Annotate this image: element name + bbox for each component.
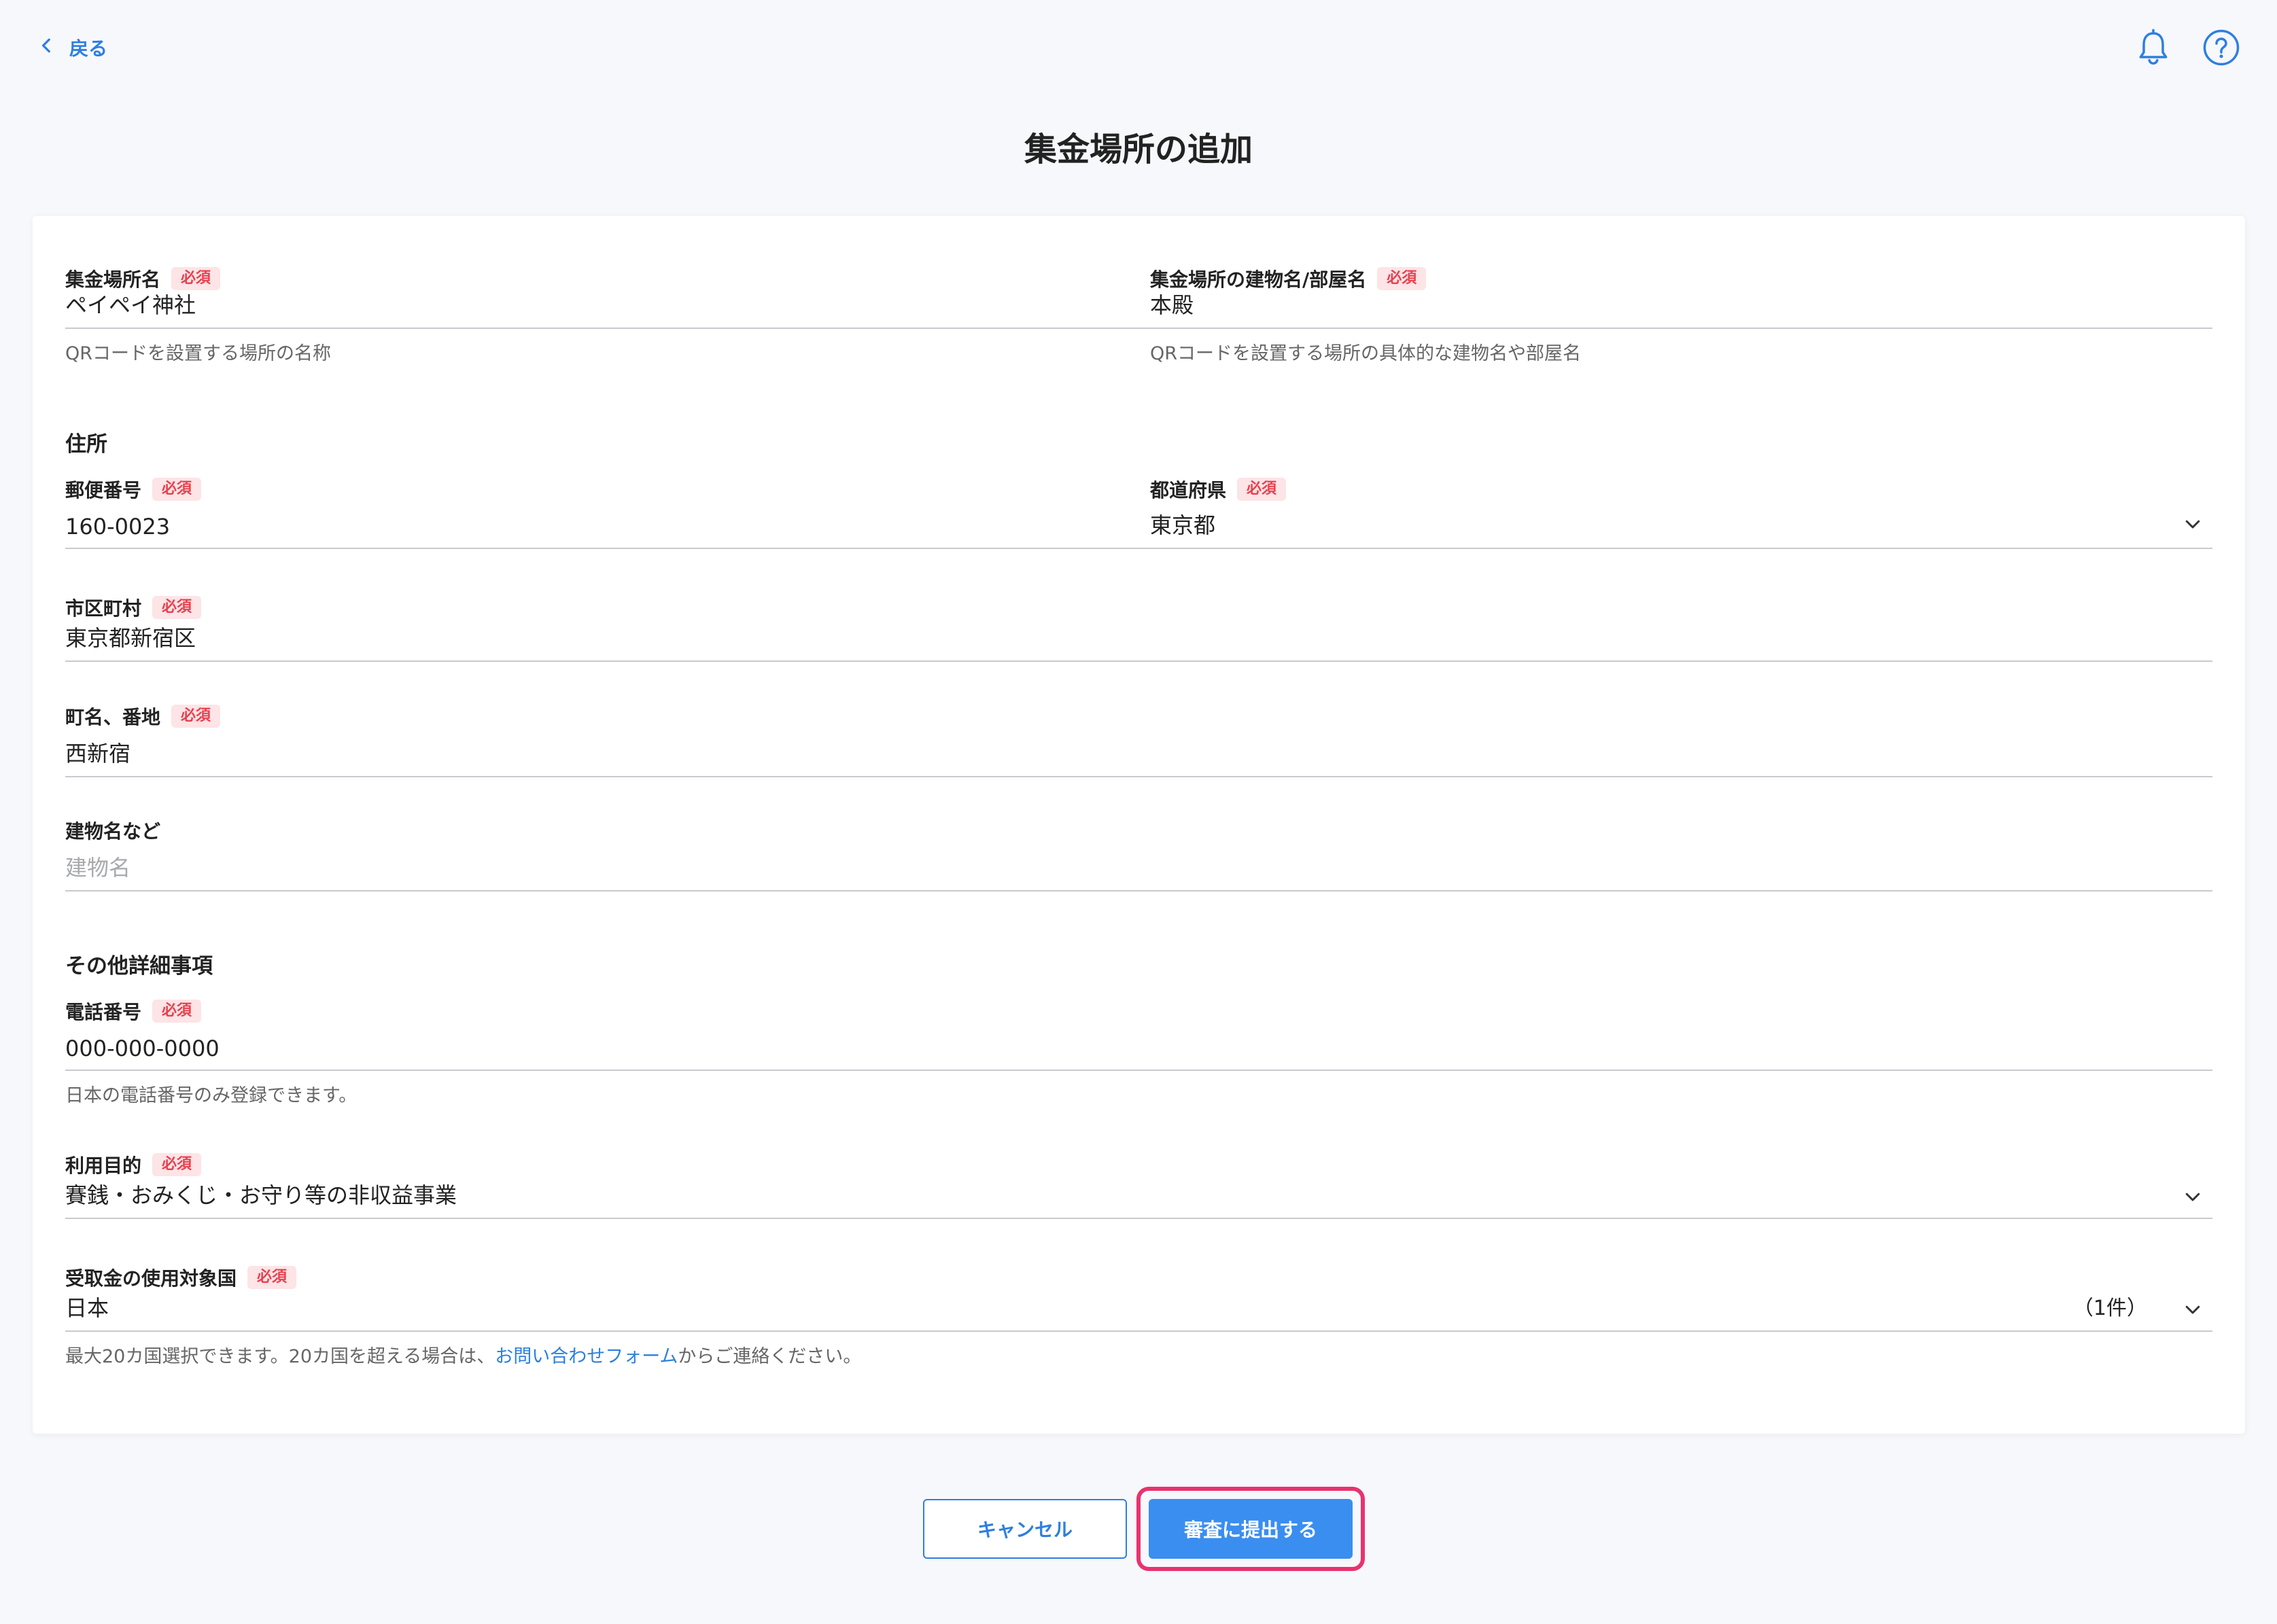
- top-bar: 戻る: [0, 0, 2277, 95]
- back-label: 戻る: [69, 37, 108, 60]
- countries-value: 日本: [65, 1295, 109, 1321]
- postal-code-value: 160-0023: [65, 514, 171, 540]
- building-room-value: 本殿: [1150, 292, 1194, 318]
- required-badge: 必須: [152, 596, 202, 619]
- contact-form-link[interactable]: お問い合わせフォーム: [495, 1346, 678, 1367]
- purpose-value: 賽銭・おみくじ・お守り等の非収益事業: [65, 1182, 457, 1208]
- prefecture-select[interactable]: 東京都: [1150, 504, 2212, 549]
- purpose-select[interactable]: 賽銭・おみくじ・お守り等の非収益事業: [65, 1180, 2212, 1219]
- required-badge: 必須: [171, 705, 221, 728]
- required-badge: 必須: [152, 1000, 202, 1023]
- countries-field: 受取金の使用対象国 必須 日本 （1件） 最大20カ国選択できます。20カ国を超…: [65, 1263, 2212, 1368]
- required-badge: 必須: [1377, 267, 1427, 290]
- cancel-button[interactable]: キャンセル: [923, 1499, 1127, 1559]
- city-input[interactable]: 東京都新宿区: [65, 622, 2212, 662]
- place-name-field: 集金場所名 必須 ペイペイ神社 QRコードを設置する場所の名称: [65, 264, 1160, 365]
- form-card: 集金場所名 必須 ペイペイ神社 QRコードを設置する場所の名称 集金場所の建物名…: [33, 216, 2245, 1434]
- purpose-field: 利用目的 必須 賽銭・おみくじ・お守り等の非収益事業: [65, 1150, 2212, 1219]
- building-label: 建物名など: [65, 820, 161, 843]
- postal-code-input[interactable]: 160-0023: [65, 504, 1160, 549]
- prefecture-value: 東京都: [1150, 512, 1216, 538]
- chevron-left-icon: [38, 37, 56, 59]
- countries-label: 受取金の使用対象国: [65, 1267, 237, 1290]
- phone-label: 電話番号: [65, 1001, 142, 1023]
- required-badge: 必須: [247, 1266, 297, 1289]
- postal-code-label: 郵便番号: [65, 479, 142, 501]
- building-room-hint: QRコードを設置する場所の具体的な建物名や部屋名: [1150, 343, 1582, 364]
- town-value: 西新宿: [65, 741, 131, 766]
- bell-icon[interactable]: [2134, 29, 2172, 67]
- purpose-label: 利用目的: [65, 1154, 142, 1177]
- building-input[interactable]: 建物名: [65, 845, 2212, 892]
- phone-input[interactable]: 000-000-0000: [65, 1026, 2212, 1071]
- address-section-title: 住所: [65, 432, 107, 457]
- required-badge: 必須: [152, 478, 202, 501]
- help-icon[interactable]: [2202, 29, 2240, 67]
- required-badge: 必須: [171, 267, 221, 290]
- prefecture-field: 都道府県 必須 東京都: [1150, 474, 2212, 549]
- city-label: 市区町村: [65, 597, 142, 620]
- required-badge: 必須: [1237, 478, 1287, 501]
- chevron-down-icon: [2183, 1186, 2203, 1207]
- chevron-down-icon: [2183, 514, 2203, 534]
- town-field: 町名、番地 必須 西新宿: [65, 701, 2212, 777]
- building-room-input[interactable]: 本殿: [1150, 292, 2212, 329]
- phone-field: 電話番号 必須 000-000-0000 日本の電話番号のみ登録できます。: [65, 996, 2212, 1107]
- countries-hint-before: 最大20カ国選択できます。20カ国を超える場合は、: [65, 1346, 496, 1367]
- city-value: 東京都新宿区: [65, 625, 196, 651]
- city-field: 市区町村 必須 東京都新宿区: [65, 593, 2212, 662]
- back-button[interactable]: 戻る: [38, 34, 107, 61]
- submit-button[interactable]: 審査に提出する: [1149, 1499, 1353, 1559]
- other-section-title: その他詳細事項: [65, 954, 213, 978]
- place-name-input[interactable]: ペイペイ神社: [65, 292, 1160, 329]
- place-name-value: ペイペイ神社: [65, 292, 196, 318]
- countries-hint-after: からご連絡ください。: [678, 1346, 862, 1367]
- page-title: 集金場所の追加: [1024, 130, 1253, 169]
- postal-code-field: 郵便番号 必須 160-0023: [65, 474, 1160, 549]
- place-name-hint: QRコードを設置する場所の名称: [65, 343, 332, 364]
- phone-value: 000-000-0000: [65, 1036, 220, 1061]
- phone-hint: 日本の電話番号のみ登録できます。: [65, 1085, 358, 1106]
- town-label: 町名、番地: [65, 706, 161, 728]
- required-badge: 必須: [152, 1153, 202, 1176]
- countries-count: （1件）: [2072, 1296, 2147, 1320]
- countries-hint: 最大20カ国選択できます。20カ国を超える場合は、お問い合わせフォームからご連絡…: [65, 1341, 2212, 1368]
- town-input[interactable]: 西新宿: [65, 731, 2212, 777]
- building-room-field: 集金場所の建物名/部屋名 必須 本殿 QRコードを設置する場所の具体的な建物名や…: [1150, 264, 2212, 365]
- chevron-down-icon: [2183, 1299, 2203, 1320]
- prefecture-label: 都道府県: [1150, 479, 1227, 501]
- building-field: 建物名など 建物名: [65, 815, 2212, 892]
- countries-select[interactable]: 日本 （1件）: [65, 1292, 2212, 1332]
- building-placeholder: 建物名: [65, 855, 131, 881]
